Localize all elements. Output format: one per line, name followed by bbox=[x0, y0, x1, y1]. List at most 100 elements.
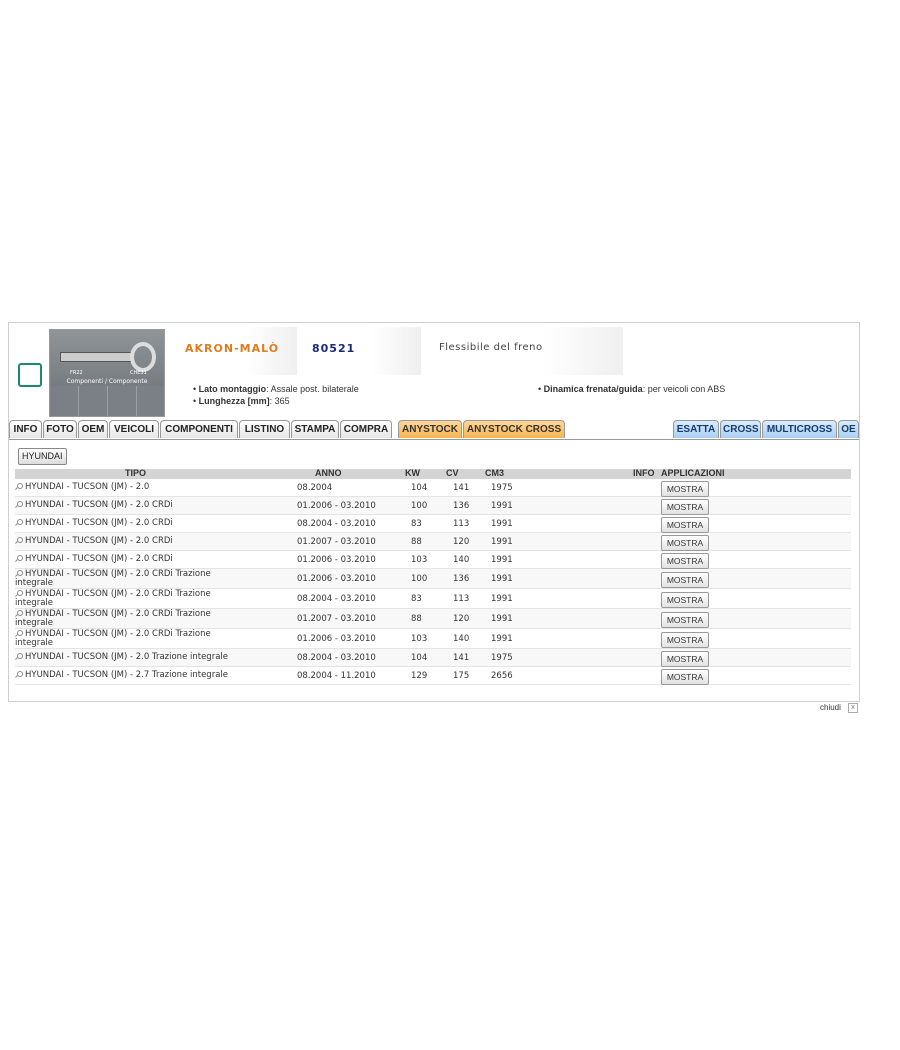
cell-tipo[interactable]: HYUNDAI - TUCSON (JM) - 2.0 bbox=[15, 483, 240, 492]
product-description: Flessibile del freno bbox=[439, 342, 543, 353]
spec-value: : Assale post. bilaterale bbox=[266, 384, 359, 394]
cell-tipo[interactable]: HYUNDAI - TUCSON (JM) - 2.7 Trazione int… bbox=[15, 671, 240, 680]
spec-label: Lato montaggio bbox=[198, 384, 267, 394]
tab-info[interactable]: INFO bbox=[9, 420, 42, 438]
brand-filter-button[interactable]: HYUNDAI bbox=[18, 448, 67, 465]
mostra-button[interactable]: MOSTRA bbox=[661, 517, 709, 533]
header-cv: CV bbox=[446, 468, 459, 478]
tab-oe[interactable]: OE bbox=[838, 420, 859, 438]
tab-cross[interactable]: CROSS bbox=[720, 420, 761, 438]
magnifier-icon[interactable] bbox=[15, 483, 23, 490]
cell-kw: 88 bbox=[411, 537, 422, 547]
cell-cm3: 1991 bbox=[491, 555, 513, 565]
mostra-button[interactable]: MOSTRA bbox=[661, 669, 709, 685]
magnifier-icon[interactable] bbox=[15, 610, 23, 617]
cell-tipo[interactable]: HYUNDAI - TUCSON (JM) - 2.0 CRDi bbox=[15, 537, 240, 546]
tab-esatta[interactable]: ESATTA bbox=[673, 420, 719, 438]
tab-listino[interactable]: LISTINO bbox=[239, 420, 290, 438]
image-code-left: FR22 bbox=[70, 370, 83, 376]
tab-foto[interactable]: FOTO bbox=[43, 420, 77, 438]
cell-anno: 08.2004 bbox=[297, 483, 333, 493]
mostra-button[interactable]: MOSTRA bbox=[661, 535, 709, 551]
magnifier-icon[interactable] bbox=[15, 590, 23, 597]
mostra-button[interactable]: MOSTRA bbox=[661, 481, 709, 497]
hose-drawing bbox=[60, 352, 132, 362]
tab-stampa[interactable]: STAMPA bbox=[291, 420, 339, 438]
cell-tipo[interactable]: HYUNDAI - TUCSON (JM) - 2.0 CRDi bbox=[15, 555, 240, 564]
cell-tipo[interactable]: HYUNDAI - TUCSON (JM) - 2.0 CRDi bbox=[15, 519, 240, 528]
cell-tipo[interactable]: HYUNDAI - TUCSON (JM) - 2.0 CRDi Trazion… bbox=[15, 570, 240, 588]
mostra-button[interactable]: MOSTRA bbox=[661, 499, 709, 515]
close-icon[interactable]: x bbox=[848, 703, 858, 713]
cell-cv: 113 bbox=[453, 594, 470, 604]
magnifier-icon[interactable] bbox=[15, 501, 23, 508]
table-header: TIPO ANNO KW CV CM3 INFO APPLICAZIONI bbox=[15, 468, 851, 479]
cell-cv: 140 bbox=[453, 555, 470, 565]
tab-multicross[interactable]: MULTICROSS bbox=[762, 420, 837, 438]
cell-cm3: 1991 bbox=[491, 501, 513, 511]
tab-componenti[interactable]: COMPONENTI bbox=[160, 420, 238, 438]
tipo-text: HYUNDAI - TUCSON (JM) - 2.0 CRDi Trazion… bbox=[15, 609, 211, 628]
tipo-text: HYUNDAI - TUCSON (JM) - 2.0 CRDi bbox=[25, 554, 173, 564]
cell-cm3: 1975 bbox=[491, 653, 513, 663]
magnifier-icon[interactable] bbox=[15, 570, 23, 577]
table-row: HYUNDAI - TUCSON (JM) - 2.0 CRDi Trazion… bbox=[15, 609, 851, 629]
tab-compra[interactable]: COMPRA bbox=[340, 420, 392, 438]
table-row: HYUNDAI - TUCSON (JM) - 2.0 CRDi 01.2006 … bbox=[15, 551, 851, 569]
magnifier-icon[interactable] bbox=[15, 653, 23, 660]
spec-lato-montaggio: • Lato montaggio: Assale post. bilateral… bbox=[193, 384, 359, 394]
cell-kw: 103 bbox=[411, 634, 428, 644]
brand-name: AKRON-MALÒ bbox=[185, 342, 280, 355]
mostra-button[interactable]: MOSTRA bbox=[661, 651, 709, 667]
cell-tipo[interactable]: HYUNDAI - TUCSON (JM) - 2.0 CRDi Trazion… bbox=[15, 590, 240, 608]
tipo-text: HYUNDAI - TUCSON (JM) - 2.0 CRDi Trazion… bbox=[15, 569, 211, 588]
product-code[interactable]: 80521 bbox=[312, 342, 355, 355]
tipo-text: HYUNDAI - TUCSON (JM) - 2.0 CRDi Trazion… bbox=[15, 629, 211, 648]
header-kw: KW bbox=[405, 468, 420, 478]
table-row: HYUNDAI - TUCSON (JM) - 2.0 CRDi 08.2004 … bbox=[15, 515, 851, 533]
cell-anno: 08.2004 - 03.2010 bbox=[297, 594, 376, 604]
tab-divider bbox=[9, 439, 859, 440]
cell-kw: 104 bbox=[411, 653, 428, 663]
cell-anno: 08.2004 - 03.2010 bbox=[297, 653, 376, 663]
tipo-text: HYUNDAI - TUCSON (JM) - 2.0 CRDi bbox=[25, 536, 173, 546]
select-checkbox[interactable] bbox=[18, 363, 42, 387]
cell-cm3: 1991 bbox=[491, 519, 513, 529]
product-image[interactable]: FR22 CHE31 Componenti / Componente bbox=[49, 329, 165, 417]
mostra-button[interactable]: MOSTRA bbox=[661, 612, 709, 628]
table-row: HYUNDAI - TUCSON (JM) - 2.0 CRDi Trazion… bbox=[15, 569, 851, 589]
cell-tipo[interactable]: HYUNDAI - TUCSON (JM) - 2.0 CRDi Trazion… bbox=[15, 610, 240, 628]
magnifier-icon[interactable] bbox=[15, 537, 23, 544]
cell-cm3: 1991 bbox=[491, 574, 513, 584]
tipo-text: HYUNDAI - TUCSON (JM) - 2.7 Trazione int… bbox=[25, 670, 228, 680]
cell-cv: 113 bbox=[453, 519, 470, 529]
cell-tipo[interactable]: HYUNDAI - TUCSON (JM) - 2.0 Trazione int… bbox=[15, 653, 240, 662]
cell-anno: 08.2004 - 03.2010 bbox=[297, 519, 376, 529]
tab-oem[interactable]: OEM bbox=[78, 420, 108, 438]
cell-cm3: 1991 bbox=[491, 634, 513, 644]
tab-anystock-cross[interactable]: ANYSTOCK CROSS bbox=[463, 420, 565, 438]
tab-anystock[interactable]: ANYSTOCK bbox=[398, 420, 462, 438]
mostra-button[interactable]: MOSTRA bbox=[661, 632, 709, 648]
banjo-fitting-drawing bbox=[130, 342, 156, 372]
cell-kw: 129 bbox=[411, 671, 428, 681]
spec-label: Dinamica frenata/guida bbox=[543, 384, 643, 394]
mostra-button[interactable]: MOSTRA bbox=[661, 592, 709, 608]
mostra-button[interactable]: MOSTRA bbox=[661, 572, 709, 588]
image-caption: Componenti / Componente bbox=[66, 378, 148, 385]
mostra-button[interactable]: MOSTRA bbox=[661, 553, 709, 569]
magnifier-icon[interactable] bbox=[15, 519, 23, 526]
cell-cv: 136 bbox=[453, 574, 470, 584]
tipo-text: HYUNDAI - TUCSON (JM) - 2.0 CRDi bbox=[25, 500, 173, 510]
close-link[interactable]: chiudi bbox=[820, 703, 841, 712]
tipo-text: HYUNDAI - TUCSON (JM) - 2.0 CRDi Trazion… bbox=[15, 589, 211, 608]
cell-tipo[interactable]: HYUNDAI - TUCSON (JM) - 2.0 CRDi Trazion… bbox=[15, 630, 240, 648]
cell-tipo[interactable]: HYUNDAI - TUCSON (JM) - 2.0 CRDi bbox=[15, 501, 240, 510]
magnifier-icon[interactable] bbox=[15, 671, 23, 678]
magnifier-icon[interactable] bbox=[15, 555, 23, 562]
cell-anno: 01.2006 - 03.2010 bbox=[297, 555, 376, 565]
table-row: HYUNDAI - TUCSON (JM) - 2.7 Trazione int… bbox=[15, 667, 851, 685]
table-row: HYUNDAI - TUCSON (JM) - 2.0 CRDi Trazion… bbox=[15, 629, 851, 649]
magnifier-icon[interactable] bbox=[15, 630, 23, 637]
tab-veicoli[interactable]: VEICOLI bbox=[109, 420, 159, 438]
